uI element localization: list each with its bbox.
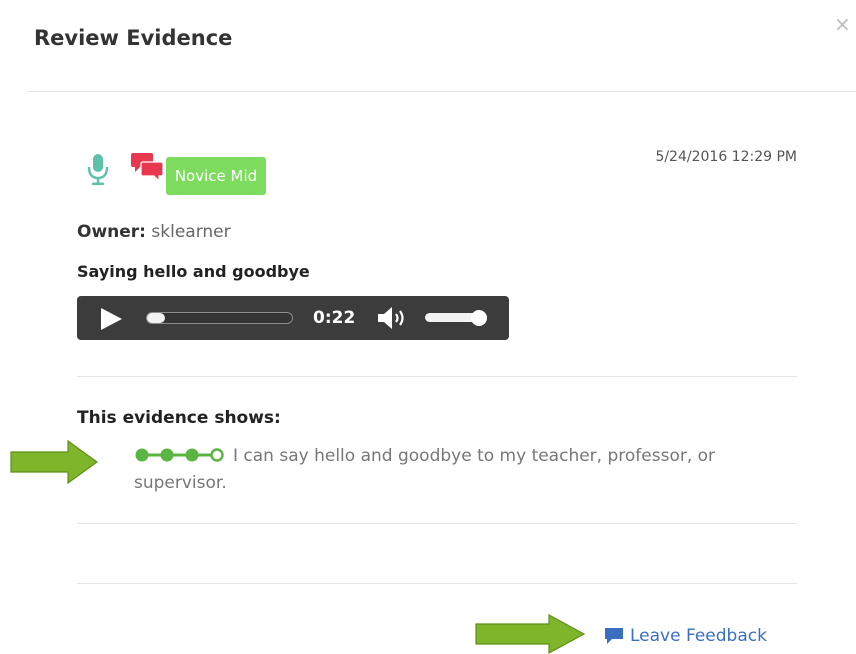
section-divider xyxy=(77,523,797,524)
audio-progress-fill xyxy=(147,313,165,323)
volume-slider-knob[interactable] xyxy=(471,310,487,326)
leave-feedback-link[interactable]: Leave Feedback xyxy=(604,626,767,646)
section-divider xyxy=(77,583,797,584)
can-do-statement: I can say hello and goodbye to my teache… xyxy=(134,446,716,493)
play-icon[interactable] xyxy=(99,307,123,331)
audio-time: 0:22 xyxy=(313,308,356,328)
comment-icon xyxy=(605,628,623,644)
audio-player: 0:22 xyxy=(77,296,509,340)
modal-title: Review Evidence xyxy=(34,26,233,50)
volume-icon[interactable] xyxy=(376,306,410,330)
close-button[interactable]: × xyxy=(834,12,851,36)
section-divider xyxy=(77,376,797,377)
owner-row: Owner: sklearner xyxy=(77,222,231,242)
microphone-icon xyxy=(87,154,109,186)
header-divider xyxy=(28,91,856,92)
chat-bubbles-icon xyxy=(131,153,163,182)
evidence-date: 5/24/2016 12:29 PM xyxy=(655,149,797,165)
pointer-arrow-icon xyxy=(475,614,585,654)
level-badge: Novice Mid xyxy=(166,157,266,195)
evidence-title: Saying hello and goodbye xyxy=(77,262,310,281)
owner-label: Owner: xyxy=(77,222,146,242)
audio-progress-bar[interactable] xyxy=(146,312,293,324)
leave-feedback-label: Leave Feedback xyxy=(630,626,767,646)
owner-value: sklearner xyxy=(151,222,231,242)
evidence-shows-label: This evidence shows: xyxy=(77,408,281,428)
pointer-arrow-icon xyxy=(10,440,98,484)
